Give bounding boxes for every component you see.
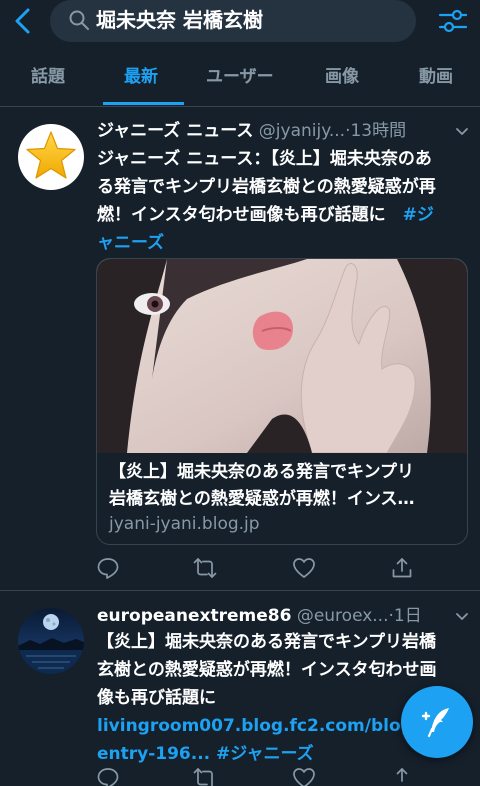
url-link[interactable]: entry-196... [97, 744, 210, 764]
timestamp: ·13時間 [345, 121, 407, 141]
retweet-icon[interactable] [193, 766, 217, 786]
tab-latest[interactable]: 最新 [124, 64, 158, 90]
display-name[interactable]: europeanextreme86 [97, 606, 291, 626]
hashtag-link[interactable]: #ジ [403, 205, 434, 225]
like-icon[interactable] [292, 766, 316, 786]
search-query[interactable]: 堀未央奈 岩橋玄樹 [96, 6, 263, 34]
avatar[interactable] [18, 124, 84, 190]
link-card[interactable]: 【炎上】堀未央奈のある発言でキンプリ 岩橋玄樹との熱愛疑惑が再燃！インス… jy… [96, 258, 468, 545]
moon-landscape-image [18, 608, 84, 674]
hashtag-link[interactable]: ャニーズ [97, 229, 469, 257]
search-icon [69, 10, 89, 30]
tabs-divider [0, 106, 480, 107]
tweet-header: ジャニーズ ニュース @jyanijy...·13時間 [97, 118, 467, 144]
share-icon[interactable] [390, 556, 414, 580]
tweet-text-line: る発言でキンプリ岩橋玄樹との熱愛疑惑が再 [97, 177, 436, 197]
tweet-text-line: 玄樹との熱愛疑惑が再燃！インスタ匂わせ画 [97, 660, 437, 680]
tab-trending[interactable]: 話題 [31, 64, 65, 90]
compose-icon [421, 708, 449, 738]
tweet-header: europeanextreme86 @euroex...·1日 [97, 603, 467, 629]
card-image [97, 259, 467, 453]
reply-icon[interactable] [96, 766, 120, 786]
tweet-text-line: 【炎上】堀未央奈のある発言でキンプリ岩橋 [97, 632, 436, 652]
chevron-down-icon[interactable] [454, 124, 470, 140]
tweet-text-segment: 燃！インスタ匂わせ画像も再び話題に [97, 205, 403, 225]
tweet-text-line: ジャニーズ ニュース：【炎上】堀未央奈のあ [97, 149, 432, 169]
handle: @euroex... [296, 606, 389, 626]
like-icon[interactable] [292, 556, 316, 580]
card-title-line: 岩橋玄樹との熱愛疑惑が再燃！インス… [109, 489, 415, 509]
timestamp: ·1日 [388, 606, 422, 626]
chevron-down-icon[interactable] [454, 609, 470, 625]
top-bar: 堀未央奈 岩橋玄樹 [0, 0, 480, 44]
display-name[interactable]: ジャニーズ ニュース [97, 121, 253, 141]
tweet-text: ジャニーズ ニュース：【炎上】堀未央奈のあ る発言でキンプリ岩橋玄樹との熱愛疑惑… [97, 145, 469, 257]
tweet-text-line: 燃！インスタ匂わせ画像も再び話題に #ジ [97, 201, 469, 229]
filter-sliders-icon[interactable] [436, 4, 470, 38]
card-url: jyani-jyani.blog.jp [109, 514, 260, 534]
tab-images[interactable]: 画像 [325, 64, 359, 90]
card-title-line: 【炎上】堀未央奈のある発言でキンプリ [109, 462, 414, 482]
avatar[interactable] [18, 608, 84, 674]
compose-tweet-button[interactable] [401, 686, 473, 758]
retweet-icon[interactable] [193, 556, 217, 580]
share-icon[interactable] [390, 766, 414, 786]
tweet-actions [96, 766, 416, 786]
active-tab-indicator [103, 102, 184, 105]
star-icon [26, 131, 76, 179]
tab-users[interactable]: ユーザー [206, 64, 274, 90]
card-title: 【炎上】堀未央奈のある発言でキンプリ 岩橋玄樹との熱愛疑惑が再燃！インス… [109, 459, 457, 513]
tweet-actions [96, 556, 416, 584]
back-arrow-icon[interactable] [8, 4, 42, 38]
search-tabs: 話題 最新 ユーザー 画像 動画 [0, 56, 480, 106]
handle: @jyanijy... [258, 121, 346, 141]
tweet-divider [0, 590, 480, 591]
tab-videos[interactable]: 動画 [419, 64, 453, 90]
hashtag-link[interactable]: #ジャニーズ [210, 744, 314, 764]
reply-icon[interactable] [96, 556, 120, 580]
